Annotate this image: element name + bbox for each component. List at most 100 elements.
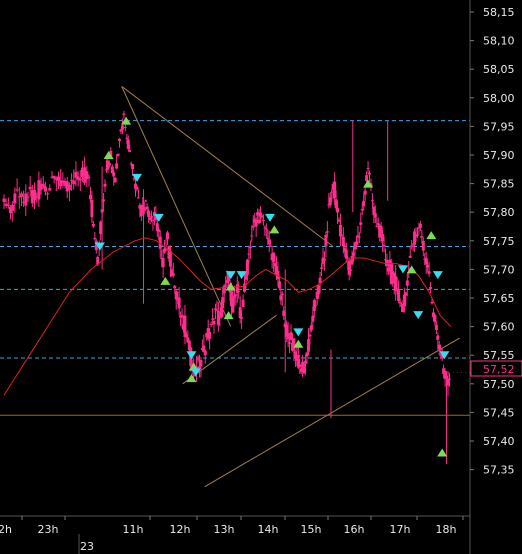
candle-body [37,180,41,200]
candle-body [208,331,212,339]
candle-body [168,251,172,267]
buy-signal-marker[interactable] [269,225,280,234]
candle-body [177,297,181,309]
candle-body [171,273,175,276]
candle-body [288,342,292,344]
candle-body [33,189,37,201]
candle-body [382,244,386,247]
buy-signal-marker[interactable] [160,276,171,285]
sell-signal-marker[interactable] [397,265,408,274]
candle-body [203,350,207,356]
y-tick-label: 57,75 [483,235,515,248]
candle-body [115,163,119,169]
candle-body [420,236,424,238]
x-axis: 2h 23h 11h 12h 13h 14h 15h 16h 17h 18h [0,516,464,536]
candle-body [373,213,377,218]
candle-body [93,237,97,240]
candle-body [365,175,369,182]
candle-body [314,305,318,307]
candle-body [2,198,6,202]
y-tick-label: 57,85 [483,178,515,191]
candle-body [359,222,363,225]
candle-body [418,223,422,228]
candle-body [264,228,268,230]
candle-body [26,196,30,198]
plot-area [0,85,470,488]
candle-body [91,224,95,227]
x-tick-label: 15h [301,523,322,536]
candle-body [112,172,116,177]
candle-body [421,240,425,251]
y-tick-label: 58,00 [483,92,515,105]
x-tick-label: 11h [123,523,144,536]
candle-body [250,235,254,237]
y-tick-label: 57,70 [483,263,515,276]
candle-body [173,285,177,289]
x-tick-label: 2h [0,523,12,536]
candle-body [362,200,366,207]
candle-body [28,186,32,190]
buy-signal-marker[interactable] [426,231,437,240]
x-tick-label: 13h [214,523,235,536]
y-tick-label: 57,90 [483,149,515,162]
candle-body [292,338,296,351]
candle-body [434,324,438,330]
candle-body [15,189,19,191]
candle-body [240,317,244,319]
candle-body [135,187,139,190]
candle-body [161,258,165,268]
date-label: 23 [80,540,94,553]
candle-body [11,204,15,211]
candle-body [136,197,140,199]
y-tick-label: 57,40 [483,435,515,448]
candle-body [280,293,284,295]
candle-body [57,176,60,181]
candle-body [199,360,203,367]
candle-body [363,190,367,195]
candle-body [13,193,17,204]
candle-body [430,301,434,304]
candle-body [370,200,374,202]
y-tick-label: 57,95 [483,120,515,133]
candle-body [436,335,440,340]
candle-body [336,207,340,213]
candle-body [429,287,433,289]
candle-body [212,321,216,325]
price-chart[interactable]: 58,15 58,10 58,05 58,00 57,95 57,90 57,85 57,80… [0,0,522,554]
candle-body [349,269,353,271]
candle-body [368,173,372,175]
candle-body [43,186,47,192]
candle-body [118,138,122,141]
y-tick-label: 57,55 [483,349,515,362]
sell-signal-marker[interactable] [432,271,443,280]
sell-signal-marker[interactable] [293,328,304,337]
candle-body [261,219,265,221]
x-tick-label: 14h [258,523,279,536]
candle-body [113,177,117,183]
candle-body [120,125,124,130]
candle-body [128,150,132,152]
candle-body [325,231,329,233]
candle-body [116,153,120,156]
candle-body [357,236,361,238]
x-tick-label: 12h [170,523,191,536]
sell-signal-marker[interactable] [186,351,197,360]
sell-signal-marker[interactable] [413,311,424,320]
sell-signal-marker[interactable] [131,173,142,182]
candle-body [447,378,451,380]
candle-body [107,163,111,166]
candle-body [24,193,28,206]
last-price-label: 57,52 [483,363,515,376]
candle-body [67,184,71,191]
y-tick-label: 57,45 [483,406,515,419]
candle-body [241,299,245,307]
last-price-tag: 57,52 [470,360,522,377]
buy-signal-marker[interactable] [437,448,448,457]
y-tick-label: 57,50 [483,378,515,391]
candle-body [46,193,50,195]
x-tick-label: 17h [390,523,411,536]
sell-signal-marker[interactable] [264,213,275,222]
candle-body [122,113,126,115]
candle-body [78,178,82,181]
x-tick-label: 16h [344,523,365,536]
